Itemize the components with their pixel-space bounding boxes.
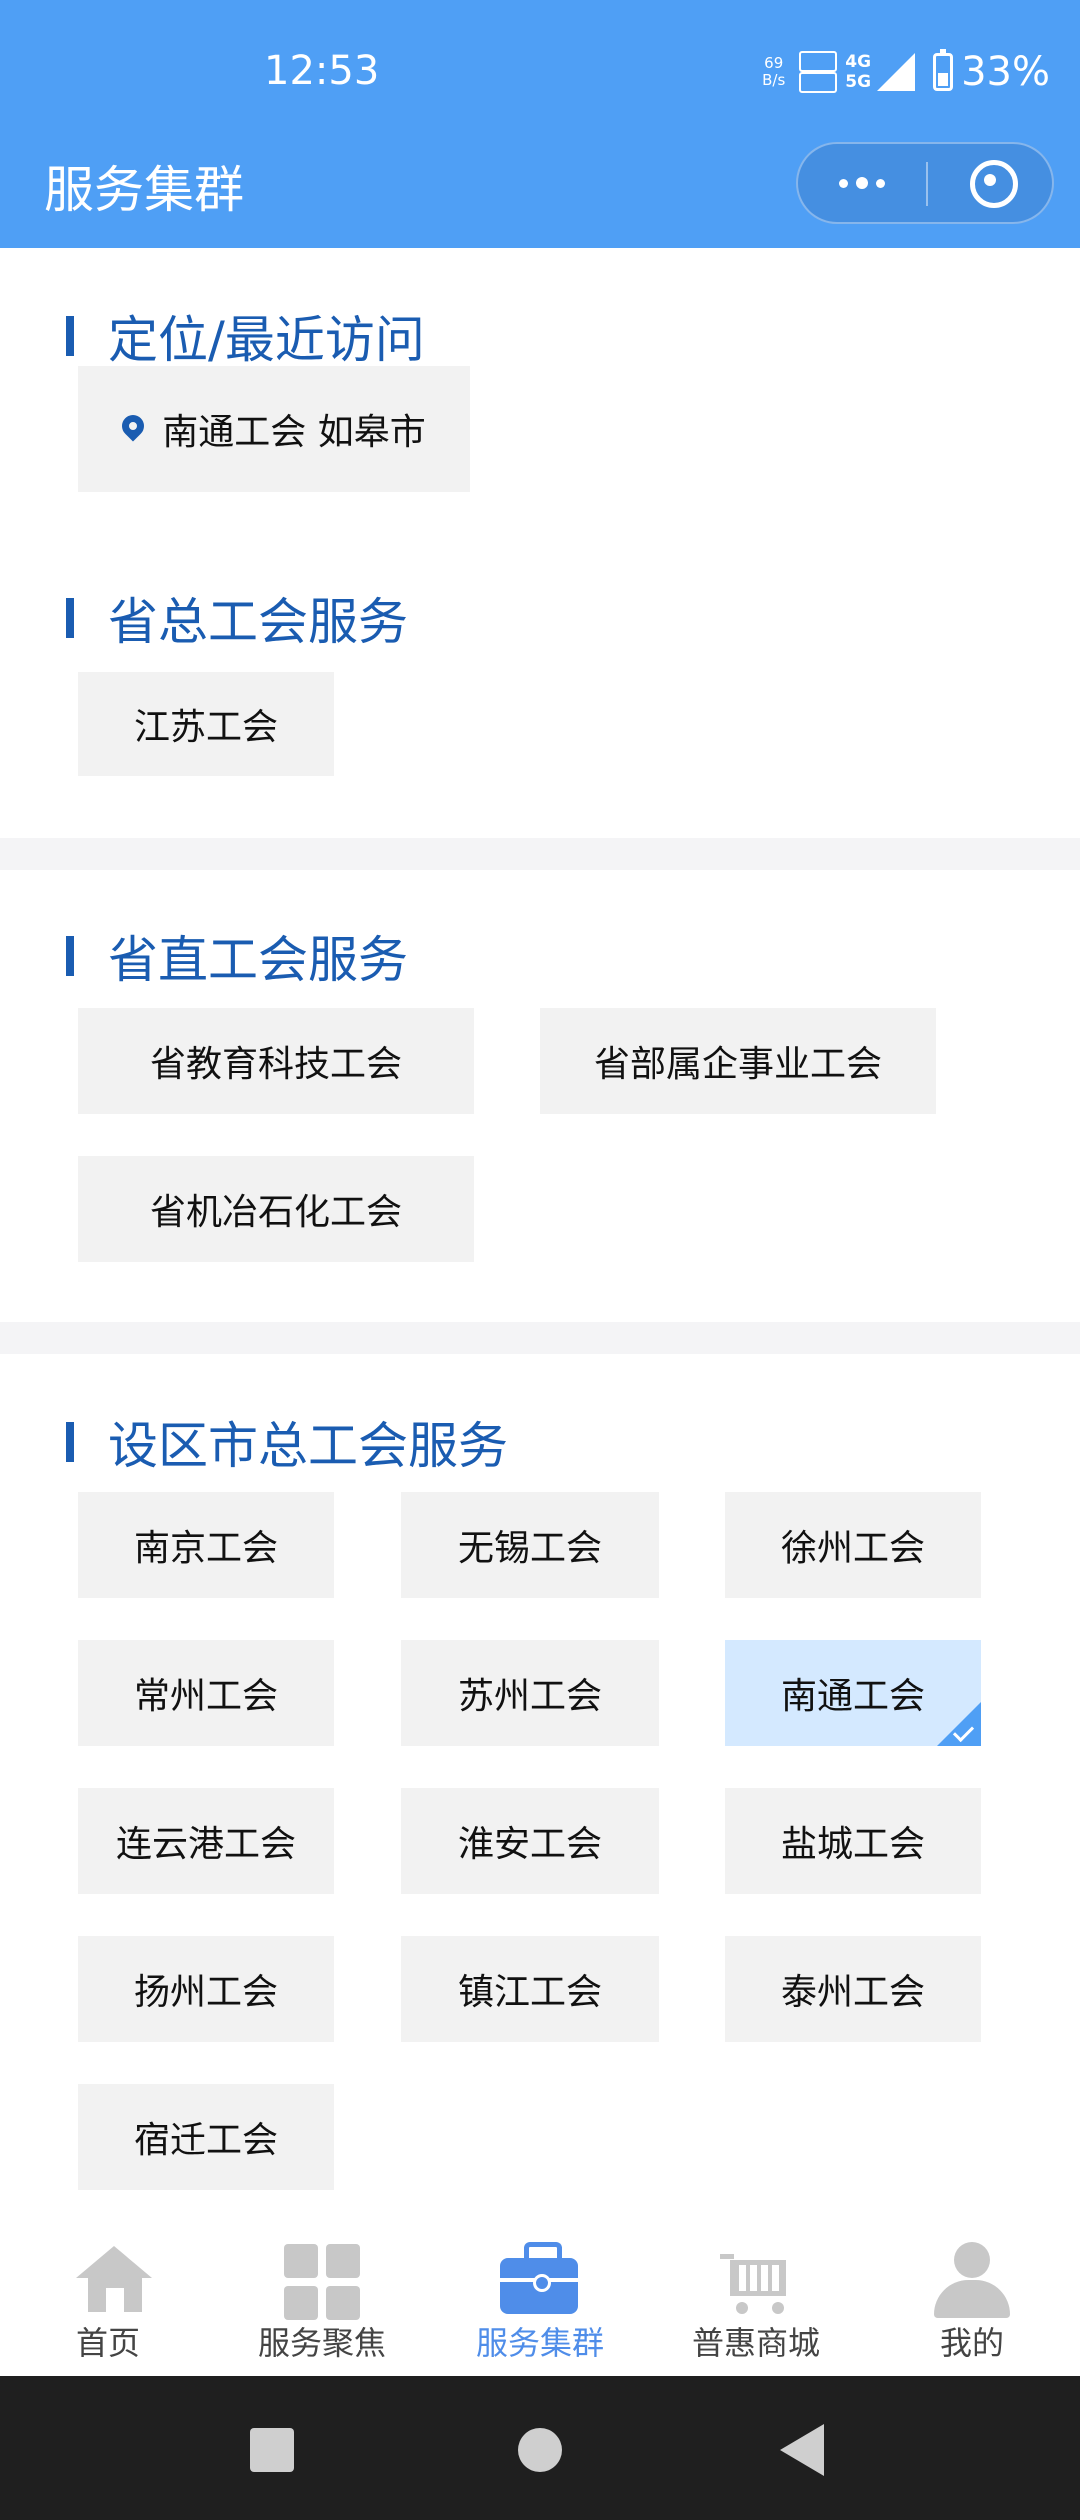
status-time: 12:53: [264, 48, 380, 94]
net-speed: 69 B/s: [762, 54, 786, 89]
chip-city[interactable]: 徐州工会: [725, 1492, 981, 1598]
recents-icon[interactable]: [250, 2428, 294, 2472]
capsule-divider: [926, 162, 928, 206]
back-icon[interactable]: [780, 2424, 824, 2476]
section-divider: [0, 1322, 1080, 1354]
hd-sim-icon: [799, 51, 838, 93]
home-button-icon[interactable]: [518, 2428, 562, 2472]
chip-city[interactable]: 镇江工会: [401, 1936, 659, 2042]
chip-province-direct[interactable]: 省机冶石化工会: [78, 1156, 474, 1262]
signal-icon: [877, 53, 916, 91]
header-bar: 12:53 69 B/s 4G 5G 33% 服务集群: [0, 0, 1080, 248]
chip-city[interactable]: 无锡工会: [401, 1492, 659, 1598]
section-title-recent: 定位/最近访问: [66, 300, 425, 372]
chip-city[interactable]: 泰州工会: [725, 1936, 981, 2042]
chip-city[interactable]: 连云港工会: [78, 1788, 334, 1894]
chip-province-direct[interactable]: 省部属企事业工会: [540, 1008, 936, 1114]
battery-icon: [933, 49, 954, 91]
status-icons: 69 B/s 4G 5G 33%: [762, 44, 1050, 100]
chip-city[interactable]: 淮安工会: [401, 1788, 659, 1894]
chip-jiangsu[interactable]: 江苏工会: [78, 672, 334, 776]
chip-city[interactable]: 宿迁工会: [78, 2084, 334, 2190]
miniprogram-capsule: [796, 142, 1054, 224]
network-type: 4G 5G: [845, 52, 872, 92]
target-icon[interactable]: [970, 160, 1018, 208]
chip-city[interactable]: 常州工会: [78, 1640, 334, 1746]
chip-city[interactable]: 苏州工会: [401, 1640, 659, 1746]
page-title: 服务集群: [44, 161, 244, 219]
tab-mall[interactable]: 普惠商城: [656, 2222, 856, 2376]
section-title-province-direct: 省直工会服务: [66, 920, 408, 992]
section-divider: [0, 838, 1080, 870]
tab-home[interactable]: 首页: [8, 2222, 208, 2376]
battery-percent: 33%: [961, 49, 1050, 95]
system-nav-bar: [0, 2376, 1080, 2520]
chip-city[interactable]: 南京工会: [78, 1492, 334, 1598]
user-icon: [934, 2242, 1010, 2318]
cart-icon: [720, 2250, 796, 2316]
recent-location-chip[interactable]: 南通工会 如皋市: [78, 366, 470, 492]
chip-province-direct[interactable]: 省教育科技工会: [78, 1008, 474, 1114]
section-title-city: 设区市总工会服务: [66, 1406, 508, 1478]
tab-service-cluster[interactable]: 服务集群: [440, 2222, 640, 2376]
grid-icon: [284, 2244, 360, 2320]
chip-city[interactable]: 扬州工会: [78, 1936, 334, 2042]
bottom-tab-bar: 首页 服务聚焦 服务集群 普惠商城 我的: [0, 2222, 1080, 2376]
chip-city-selected[interactable]: 南通工会: [725, 1640, 981, 1746]
chip-city[interactable]: 盐城工会: [725, 1788, 981, 1894]
location-pin-icon: [117, 410, 149, 442]
section-title-provincial: 省总工会服务: [66, 582, 408, 654]
more-dots-icon[interactable]: [832, 144, 892, 222]
tab-mine[interactable]: 我的: [872, 2222, 1072, 2376]
tab-service-focus[interactable]: 服务聚焦: [222, 2222, 422, 2376]
home-icon: [76, 2246, 152, 2316]
briefcase-icon: [500, 2242, 580, 2314]
